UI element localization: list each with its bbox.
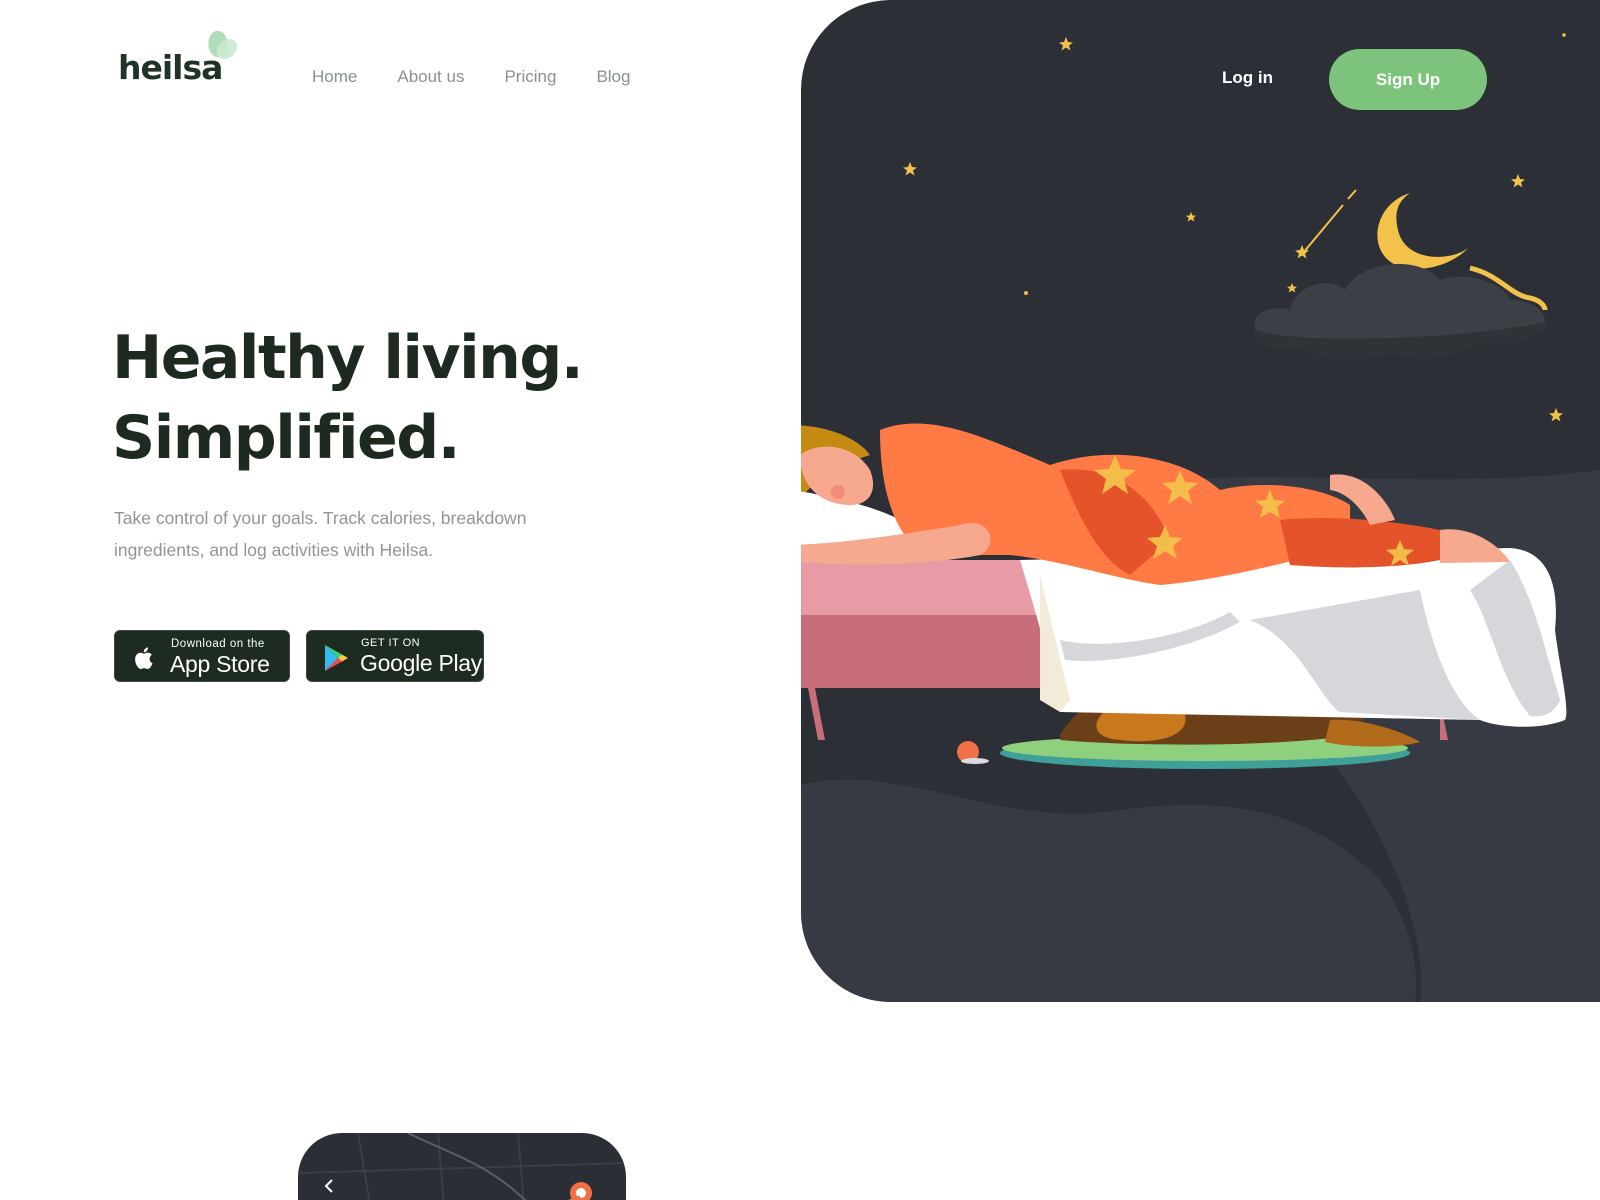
sign-up-button[interactable]: Sign Up: [1329, 49, 1487, 110]
hero-subtitle: Take control of your goals. Track calori…: [114, 508, 527, 560]
hero-headline: Healthy living. Simplified.: [112, 318, 672, 478]
chevron-left-icon[interactable]: [322, 1179, 336, 1193]
night-sky-illustration: [801, 33, 1600, 1002]
headline-line-2: Simplified.: [112, 403, 461, 473]
google-play-icon: [325, 645, 348, 671]
nav-blog[interactable]: Blog: [596, 67, 630, 87]
google-play-button[interactable]: GET IT ON Google Play: [306, 630, 484, 682]
brand-logo[interactable]: heilsa: [118, 28, 248, 92]
app-store-small-text: Download on the: [171, 638, 265, 650]
apple-icon: [135, 647, 153, 670]
google-play-big-text: Google Play: [360, 650, 482, 676]
nav-home[interactable]: Home: [312, 67, 357, 87]
nav-about-us[interactable]: About us: [397, 67, 464, 87]
map-preview-graphic: [298, 1133, 626, 1200]
nav-pricing[interactable]: Pricing: [504, 67, 556, 87]
login-link[interactable]: Log in: [1222, 68, 1273, 88]
headline-line-1: Healthy living.: [112, 323, 584, 393]
app-store-button[interactable]: Download on the App Store: [114, 630, 290, 682]
brand-name: heilsa: [118, 48, 223, 87]
phone-map-preview: [298, 1133, 626, 1200]
app-store-big-text: App Store: [170, 651, 270, 677]
google-play-small-text: GET IT ON: [361, 637, 421, 649]
main-nav: Home About us Pricing Blog: [312, 67, 630, 87]
hero-illustration-panel: [801, 0, 1600, 1002]
